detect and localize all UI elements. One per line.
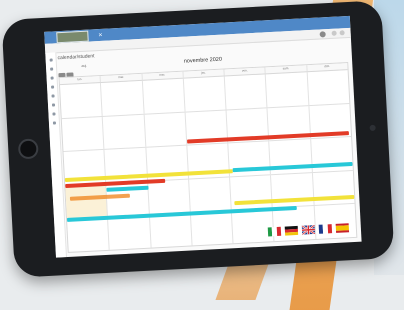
day-cell[interactable] <box>314 204 356 239</box>
day-cell[interactable] <box>147 179 191 215</box>
main-content: calendar/student auj. novembre 2020 lun.… <box>57 40 359 255</box>
camera-icon <box>369 124 376 131</box>
day-cell[interactable] <box>108 215 152 250</box>
mail-icon[interactable] <box>51 103 55 107</box>
day-cell[interactable] <box>183 76 227 112</box>
chart-icon[interactable] <box>50 94 55 98</box>
logo <box>56 30 89 43</box>
close-icon[interactable]: × <box>98 31 102 38</box>
day-cell[interactable] <box>144 112 188 147</box>
day-cell[interactable] <box>102 114 146 150</box>
day-cell[interactable] <box>224 74 268 110</box>
day-cell[interactable] <box>142 78 186 114</box>
gear-icon[interactable] <box>52 121 56 125</box>
italy-flag[interactable] <box>267 226 282 237</box>
day-cell-today[interactable] <box>65 183 109 219</box>
day-cell[interactable] <box>101 80 145 116</box>
day-cell[interactable] <box>59 82 103 118</box>
home-icon[interactable] <box>49 58 53 62</box>
day-cell[interactable] <box>67 217 110 252</box>
france-flag[interactable] <box>318 224 333 234</box>
user-icon[interactable] <box>50 76 54 80</box>
book-icon[interactable] <box>50 85 54 89</box>
day-cell[interactable] <box>266 72 310 107</box>
avatar[interactable] <box>319 30 326 37</box>
spain-flag[interactable] <box>335 223 350 233</box>
menu-icon[interactable] <box>339 30 345 36</box>
germany-flag[interactable] <box>284 225 299 236</box>
home-button[interactable] <box>17 138 39 160</box>
file-icon[interactable] <box>51 112 56 116</box>
day-cell[interactable] <box>231 208 275 244</box>
day-cell[interactable] <box>61 116 105 152</box>
uk-flag[interactable] <box>301 225 316 235</box>
tablet-screen: × calendar/student auj. novembre 2020 lu… <box>44 15 362 258</box>
day-cell[interactable] <box>149 212 193 248</box>
settings-icon[interactable] <box>331 30 337 36</box>
tablet-device: × calendar/student auj. novembre 2020 lu… <box>1 0 395 278</box>
day-cell[interactable] <box>188 177 232 212</box>
calendar-icon[interactable] <box>49 67 53 71</box>
day-cell[interactable] <box>307 70 349 105</box>
day-cell[interactable] <box>273 206 317 242</box>
day-cell[interactable] <box>190 210 234 246</box>
